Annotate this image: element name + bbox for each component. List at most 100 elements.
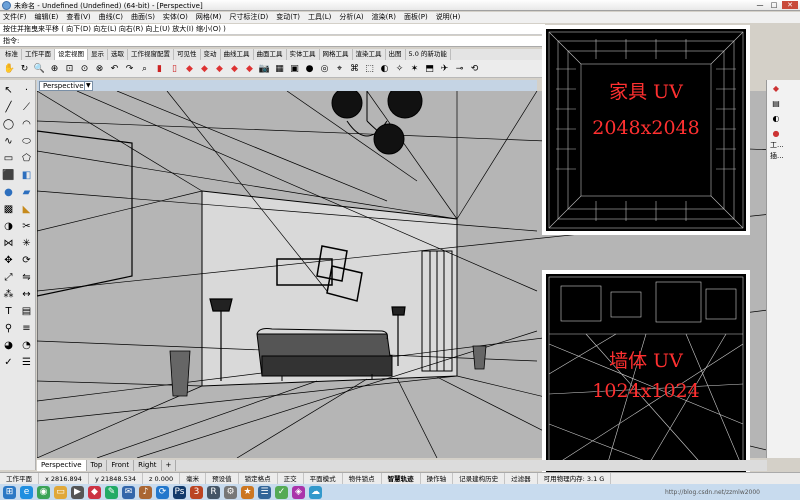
tab-new-in-v5[interactable]: 5.0 的新功能	[406, 49, 451, 60]
undo-view-icon[interactable]: ↶	[108, 62, 121, 75]
mirror-icon[interactable]: ⇋	[19, 270, 34, 285]
rhino-taskbar-icon[interactable]: R	[207, 485, 220, 499]
toggle-ortho[interactable]: 正交	[278, 473, 304, 484]
zoom-extents-icon[interactable]: ⊡	[63, 62, 76, 75]
app-3-icon[interactable]: ✉	[122, 485, 135, 499]
app-2-icon[interactable]: ✎	[105, 485, 118, 499]
start-button-icon[interactable]: ⊞	[3, 485, 16, 499]
fillet-icon[interactable]: ◣	[19, 202, 34, 217]
tab-viewport-layout[interactable]: 工作视窗配置	[128, 49, 174, 60]
tab-solid-tools[interactable]: 实体工具	[287, 49, 320, 60]
toggle-filter[interactable]: 过滤器	[505, 473, 538, 484]
camera-icon[interactable]: 📷	[258, 62, 271, 75]
properties-tab-icon[interactable]: ◆	[770, 83, 782, 95]
minimize-button[interactable]: —	[754, 1, 766, 9]
move-icon[interactable]: ✥	[1, 253, 16, 268]
menu-render[interactable]: 渲染(R)	[372, 12, 396, 23]
pan-hand-icon[interactable]: ✋	[3, 62, 16, 75]
explode-icon[interactable]: ✳	[19, 236, 34, 251]
app-7-icon[interactable]: ⚙	[224, 485, 237, 499]
hatch-icon[interactable]: ▤	[19, 304, 34, 319]
text-icon[interactable]: T	[1, 304, 16, 319]
menu-edit[interactable]: 编辑(E)	[35, 12, 59, 23]
bird-icon[interactable]: ✈	[438, 62, 451, 75]
layer-icon[interactable]: ≡	[19, 321, 34, 336]
menu-curve[interactable]: 曲线(C)	[99, 12, 123, 23]
toggle-gumball[interactable]: 操作轴	[421, 473, 454, 484]
rectangle-icon[interactable]: ▭	[1, 151, 16, 166]
zoom-icon[interactable]: 🔍	[33, 62, 46, 75]
panel-item-work[interactable]: 工...	[767, 140, 800, 151]
target-icon[interactable]: ◎	[318, 62, 331, 75]
tab-cplanes[interactable]: 工作平面	[22, 49, 55, 60]
point-icon[interactable]: ·	[19, 83, 34, 98]
select-arrow-icon[interactable]: ↖	[1, 83, 16, 98]
tab-drafting[interactable]: 出图	[386, 49, 406, 60]
ellipse-icon[interactable]: ⬭	[19, 134, 34, 149]
toggle-osnap[interactable]: 物件锁点	[343, 473, 382, 484]
ie-icon[interactable]: e	[20, 485, 33, 499]
zoom-target-icon[interactable]: ⊗	[93, 62, 106, 75]
scale-icon[interactable]: ⤢	[1, 270, 16, 285]
viewport-label[interactable]: Perspective	[39, 81, 88, 91]
analyze-icon[interactable]: ⚲	[1, 321, 16, 336]
plan-view-icon[interactable]: ▣	[288, 62, 301, 75]
checkmark-icon[interactable]: ✓	[1, 355, 16, 370]
sphere-icon[interactable]: ●	[303, 62, 316, 75]
menu-help[interactable]: 说明(H)	[436, 12, 461, 23]
tab-set-view[interactable]: 设定视图	[55, 49, 88, 60]
magnify-icon[interactable]: ⌕	[138, 62, 151, 75]
box-icon[interactable]: ⬛	[1, 168, 16, 183]
pipe-icon[interactable]: ⊸	[453, 62, 466, 75]
perspective-car-icon[interactable]: ◆	[243, 62, 256, 75]
polygon-icon[interactable]: ⬠	[19, 151, 34, 166]
material-icon[interactable]: ◔	[19, 338, 34, 353]
lens-icon[interactable]: ◐	[378, 62, 391, 75]
viewport-menu-arrow-icon[interactable]: ▼	[84, 81, 93, 91]
join-icon[interactable]: ⋈	[1, 236, 16, 251]
menu-analyze[interactable]: 分析(A)	[339, 12, 363, 23]
app-5-icon[interactable]: ⟳	[156, 485, 169, 499]
car-back-icon[interactable]: ◆	[213, 62, 226, 75]
menu-view[interactable]: 查看(V)	[66, 12, 90, 23]
tab-standard[interactable]: 标准	[2, 49, 22, 60]
render-icon[interactable]: ◕	[1, 338, 16, 353]
mesh-icon[interactable]: ▩	[1, 202, 16, 217]
app-4-icon[interactable]: ♪	[139, 485, 152, 499]
car-side-icon[interactable]: ◆	[198, 62, 211, 75]
curve-icon[interactable]: ∿	[1, 134, 16, 149]
menu-mesh[interactable]: 网格(M)	[196, 12, 222, 23]
toggle-smarttrack[interactable]: 智慧轨迹	[382, 473, 421, 484]
box-view-icon[interactable]: ⬒	[423, 62, 436, 75]
toggle-record-history[interactable]: 记录建构历史	[453, 473, 506, 484]
app-10-icon[interactable]: ✓	[275, 485, 288, 499]
panel-item-plugin[interactable]: 插...	[767, 151, 800, 162]
tab-front[interactable]: Front	[107, 460, 135, 471]
render-tab-icon[interactable]: ●	[770, 128, 782, 140]
tab-right[interactable]: Right	[134, 460, 162, 471]
extrude-icon[interactable]: ▰	[19, 185, 34, 200]
display-tab-icon[interactable]: ◐	[770, 113, 782, 125]
tab-top[interactable]: Top	[87, 460, 108, 471]
car-front-icon[interactable]: ◆	[183, 62, 196, 75]
arc-icon[interactable]: ◠	[19, 117, 34, 132]
tab-visibility[interactable]: 可见性	[174, 49, 201, 60]
car-right-icon[interactable]: ◆	[228, 62, 241, 75]
tab-surface-tools[interactable]: 曲面工具	[254, 49, 287, 60]
circle-icon[interactable]: ◯	[1, 117, 16, 132]
surface-icon[interactable]: ◧	[19, 168, 34, 183]
named-view-icon[interactable]: ▮	[153, 62, 166, 75]
app-11-icon[interactable]: ◈	[292, 485, 305, 499]
crosshair-icon[interactable]: ⌖	[333, 62, 346, 75]
tab-mesh-tools[interactable]: 网格工具	[320, 49, 353, 60]
rotate-icon[interactable]: ⟳	[19, 253, 34, 268]
menu-surface[interactable]: 曲面(S)	[131, 12, 155, 23]
line-icon[interactable]: ╱	[1, 100, 16, 115]
status-layer[interactable]: 预设值	[206, 473, 239, 484]
polyline-icon[interactable]: ⟋	[19, 100, 34, 115]
toggle-planar[interactable]: 平面模式	[304, 473, 343, 484]
menu-tools[interactable]: 工具(L)	[308, 12, 331, 23]
status-cplane[interactable]: 工作平面	[0, 473, 39, 484]
app-8-icon[interactable]: ★	[241, 485, 254, 499]
tab-transform[interactable]: 变动	[201, 49, 221, 60]
